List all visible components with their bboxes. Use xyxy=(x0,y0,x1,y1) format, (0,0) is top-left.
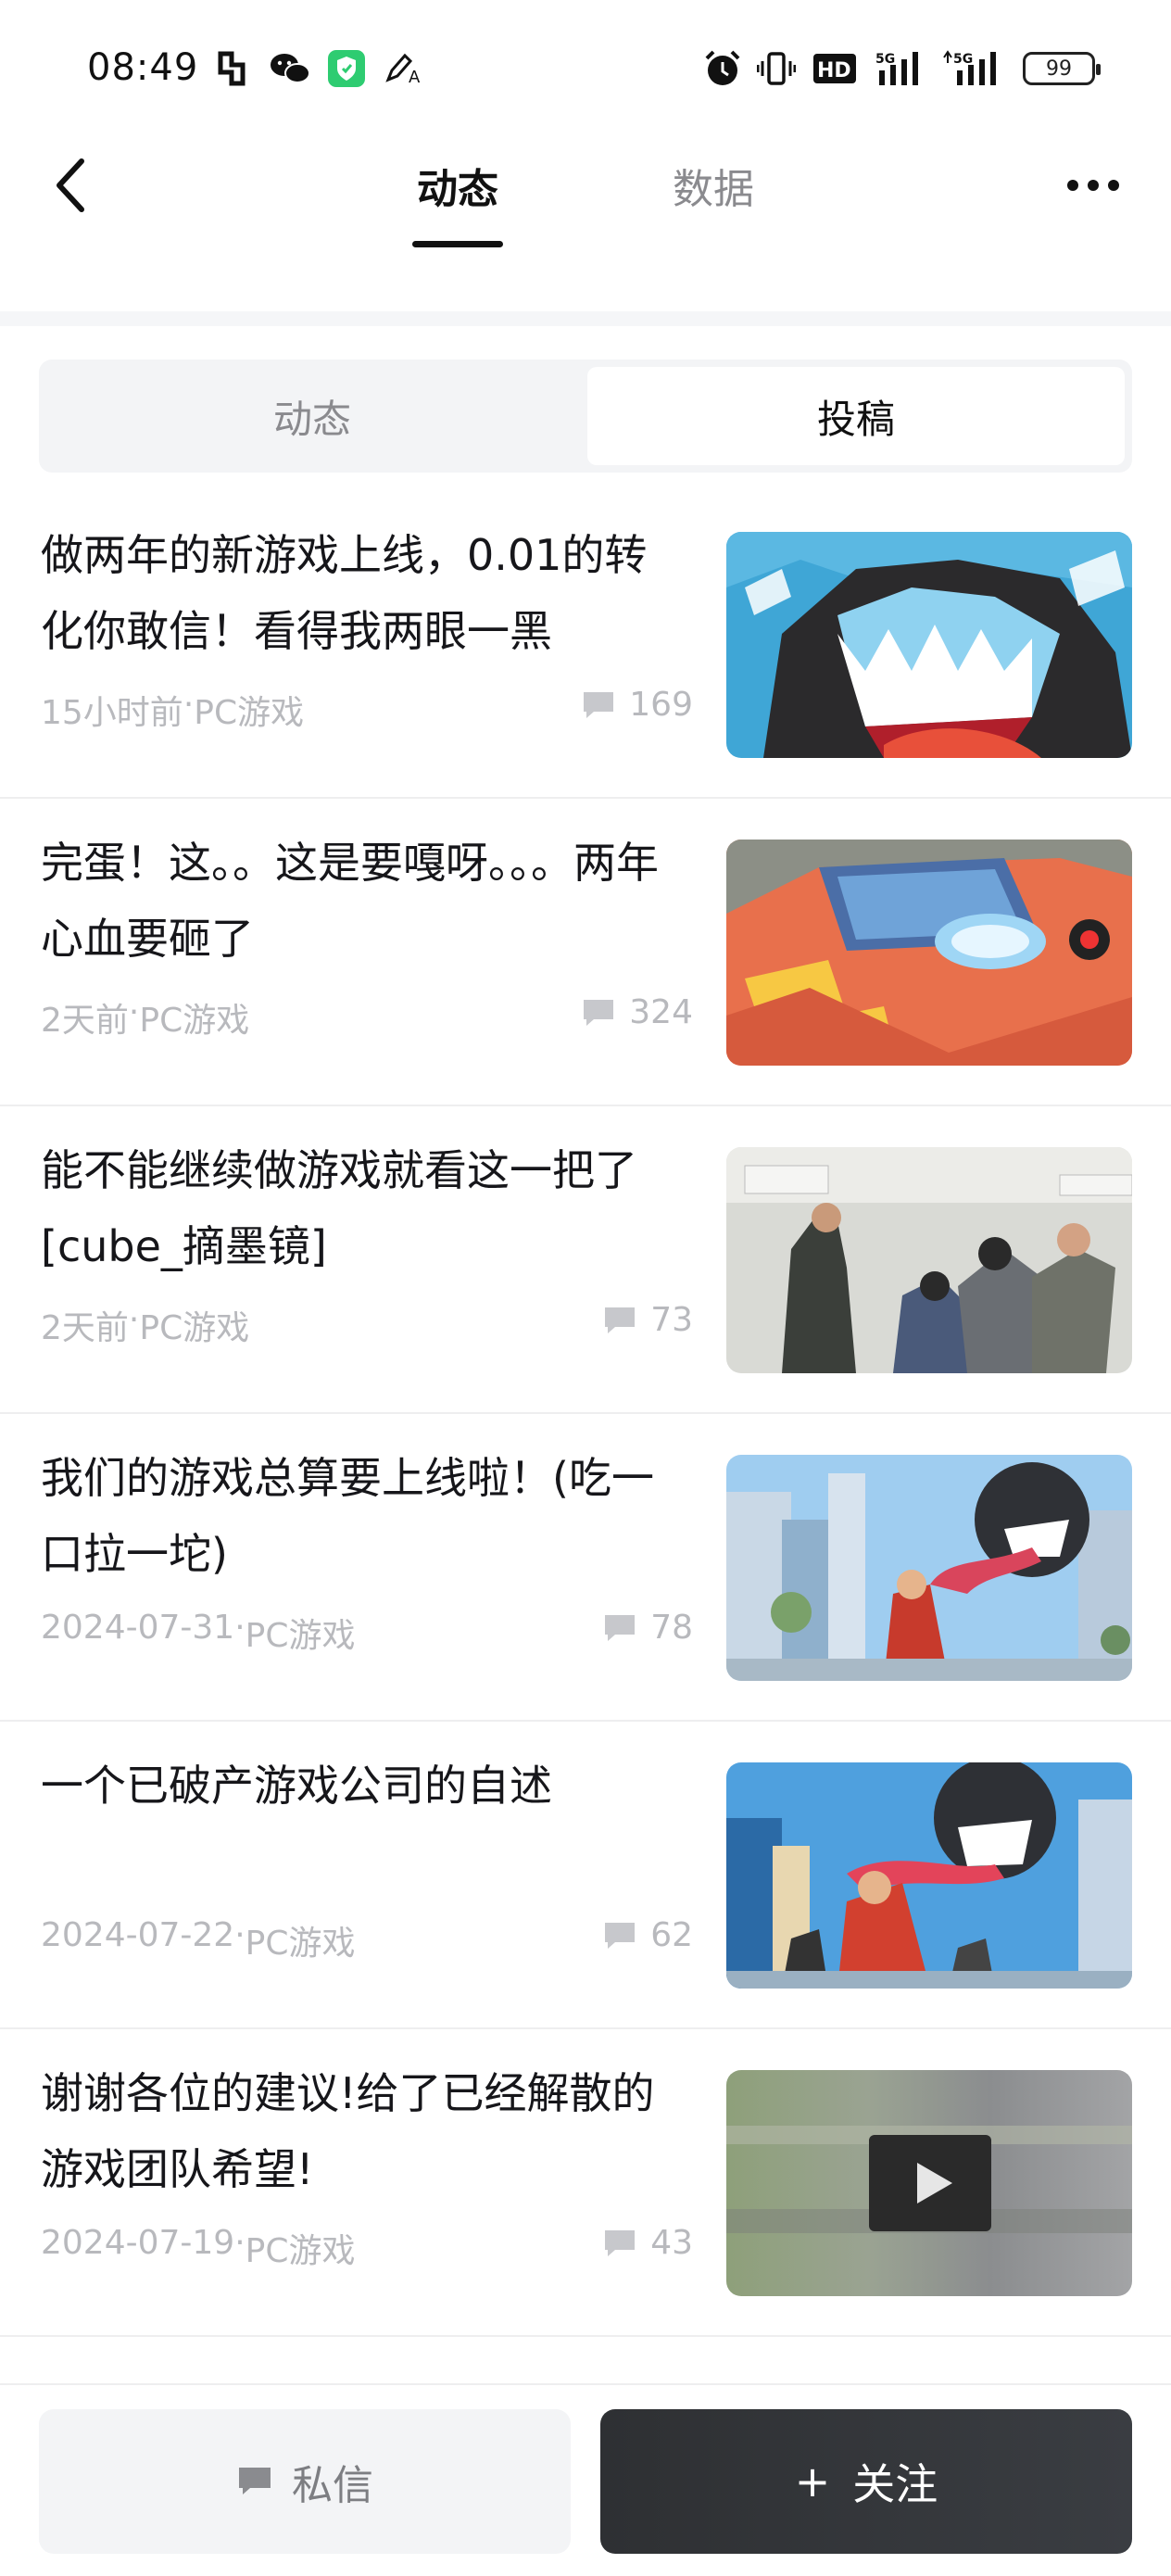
post-category: PC游戏 xyxy=(194,694,305,732)
pen-icon: A xyxy=(384,48,424,89)
comment-icon xyxy=(605,1307,636,1333)
nav-bar: 动态 数据 xyxy=(0,139,1171,311)
list-item[interactable]: 能不能继续做游戏就看这一把了[cube_摘墨镜] 2天前 · PC游戏 73 xyxy=(0,1106,1171,1414)
post-time: 2024-07-31 xyxy=(41,1609,235,1647)
post-meta: 2024-07-22 · PC游戏 xyxy=(41,1916,356,1964)
svg-text:A: A xyxy=(409,68,421,85)
post-title: 谢谢各位的建议!给了已经解散的游戏团队希望! xyxy=(41,2068,655,2194)
svg-text:5G: 5G xyxy=(875,52,895,67)
comment-count: 43 xyxy=(574,2224,693,2262)
post-time: 2024-07-19 xyxy=(41,2224,235,2262)
list-item[interactable]: 完蛋！这。。这是要嘎呀。。。两年心血要砸了 2天前 · PC游戏 324 xyxy=(0,799,1171,1106)
post-title: 能不能继续做游戏就看这一把了[cube_摘墨镜] xyxy=(41,1145,637,1271)
comment-count: 78 xyxy=(574,1609,693,1647)
comment-icon xyxy=(584,691,614,718)
post-title: 完蛋！这。。这是要嘎呀。。。两年心血要砸了 xyxy=(41,838,659,964)
segment-posts[interactable]: 投稿 xyxy=(587,367,1125,465)
post-meta: 2024-07-19 · PC游戏 xyxy=(41,2224,356,2272)
post-meta: 15小时前 · PC游戏 xyxy=(41,686,304,734)
section-divider xyxy=(0,311,1171,326)
post-category: PC游戏 xyxy=(245,2232,356,2270)
post-title: 我们的游戏总算要上线啦！(吃一口拉一坨) xyxy=(41,1453,654,1579)
post-time: 2天前 xyxy=(41,1309,129,1347)
app-icon xyxy=(213,48,250,89)
post-category: PC游戏 xyxy=(139,1002,250,1040)
comment-number: 324 xyxy=(629,993,693,1031)
meta-separator: · xyxy=(234,1916,246,1954)
battery-level: 99 xyxy=(1046,57,1072,81)
list-item[interactable]: 做两年的新游戏上线，0.01的转化你敢信！看得我两眼一黑 15小时前 · PC游戏 … xyxy=(0,491,1171,799)
comment-icon xyxy=(605,1922,636,1949)
post-title: 做两年的新游戏上线，0.01的转化你敢信！看得我两眼一黑 xyxy=(41,530,648,656)
tab-data[interactable]: 数据 xyxy=(663,148,763,222)
tab-indicator xyxy=(412,241,503,247)
post-meta: 2天前 · PC游戏 xyxy=(41,993,249,1042)
post-thumbnail[interactable] xyxy=(726,532,1132,758)
comment-count: 324 xyxy=(574,993,693,1031)
post-category: PC游戏 xyxy=(245,1617,356,1655)
list-item[interactable]: 我们的游戏总算要上线啦！(吃一口拉一坨) 2024-07-31 · PC游戏 78 xyxy=(0,1414,1171,1722)
post-time: 2天前 xyxy=(41,1002,129,1040)
list-item[interactable]: 谢谢各位的建议!给了已经解散的游戏团队希望! 2024-07-19 · PC游戏 4… xyxy=(0,2029,1171,2337)
signal-icon: 5G xyxy=(941,48,1006,89)
meta-separator: · xyxy=(234,2224,246,2262)
comment-number: 78 xyxy=(650,1609,693,1647)
post-category: PC游戏 xyxy=(139,1309,250,1347)
signal-icon: 5G xyxy=(875,48,928,89)
hd-icon: HD xyxy=(812,48,858,89)
status-bar: 08:49 A HD 5G 5G 99 xyxy=(0,0,1171,139)
meta-separator: · xyxy=(128,1301,140,1339)
shield-icon xyxy=(326,48,367,89)
vibrate-icon xyxy=(756,48,797,89)
message-icon xyxy=(239,2468,271,2494)
comment-number: 169 xyxy=(629,686,693,724)
comment-number: 62 xyxy=(650,1916,693,1954)
post-thumbnail[interactable] xyxy=(726,840,1132,1066)
more-dot-icon xyxy=(1108,180,1119,191)
post-thumbnail[interactable] xyxy=(726,2070,1132,2296)
comment-count: 169 xyxy=(574,686,693,724)
post-category: PC游戏 xyxy=(245,1925,356,1963)
play-icon xyxy=(869,2135,991,2231)
comment-number: 73 xyxy=(650,1301,693,1339)
meta-separator: · xyxy=(128,993,140,1031)
status-time: 08:49 xyxy=(87,46,199,89)
meta-separator: · xyxy=(234,1609,246,1647)
post-time: 15小时前 xyxy=(41,694,183,732)
follow-button[interactable]: + 关注 xyxy=(600,2409,1132,2554)
comment-count: 73 xyxy=(574,1301,693,1339)
alarm-icon xyxy=(702,48,743,89)
list-item[interactable]: 一个已破产游戏公司的自述 2024-07-22 · PC游戏 62 xyxy=(0,1722,1171,2029)
message-button[interactable]: 私信 xyxy=(39,2409,571,2554)
tab-dynamics[interactable]: 动态 xyxy=(408,148,508,222)
plus-icon: + xyxy=(794,2456,831,2507)
comment-count: 62 xyxy=(574,1916,693,1954)
post-thumbnail[interactable] xyxy=(726,1455,1132,1681)
follow-label: 关注 xyxy=(852,2459,938,2509)
more-dot-icon xyxy=(1067,180,1078,191)
comment-icon xyxy=(584,999,614,1026)
post-meta: 2024-07-31 · PC游戏 xyxy=(41,1609,356,1657)
post-thumbnail[interactable] xyxy=(726,1762,1132,1989)
comment-icon xyxy=(605,2229,636,2256)
svg-text:5G: 5G xyxy=(953,52,973,67)
chevron-left-icon xyxy=(57,158,84,212)
meta-separator: · xyxy=(183,686,195,724)
post-thumbnail[interactable] xyxy=(726,1147,1132,1373)
back-button[interactable] xyxy=(41,148,100,222)
comment-number: 43 xyxy=(650,2224,693,2262)
post-title: 一个已破产游戏公司的自述 xyxy=(41,1761,552,1811)
post-meta: 2天前 · PC游戏 xyxy=(41,1301,249,1349)
bottom-action-bar: 私信 + 关注 xyxy=(0,2383,1171,2576)
segment-dynamics[interactable]: 动态 xyxy=(46,367,578,465)
wechat-icon xyxy=(269,48,311,89)
svg-text:HD: HD xyxy=(817,59,851,82)
comment-icon xyxy=(605,1614,636,1641)
post-time: 2024-07-22 xyxy=(41,1916,235,1954)
message-label: 私信 xyxy=(292,2462,373,2509)
more-button[interactable] xyxy=(1060,148,1127,222)
more-dot-icon xyxy=(1088,180,1099,191)
battery-icon: 99 xyxy=(1023,52,1101,85)
segment-control: 动态 投稿 xyxy=(39,360,1132,473)
